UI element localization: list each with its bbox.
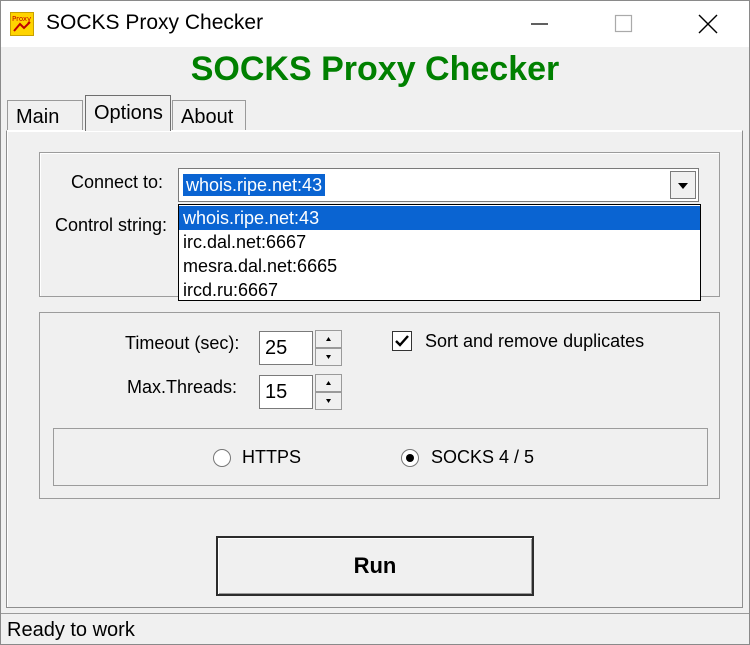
dropdown-option[interactable]: mesra.dal.net:6665 [179,254,700,278]
connect-to-value: whois.ripe.net:43 [183,174,326,196]
max-threads-up-button[interactable] [315,374,342,392]
run-button[interactable]: Run [216,536,534,596]
window-title: SOCKS Proxy Checker [46,11,264,34]
arrow-up-icon [326,337,331,341]
status-text: Ready to work [7,619,135,641]
connect-to-label: Connect to: [71,172,164,192]
connect-to-dropdown-list[interactable]: whois.ripe.net:43 irc.dal.net:6667 mesra… [178,204,701,301]
connect-to-combobox[interactable]: whois.ripe.net:43 [178,168,699,202]
dropdown-button[interactable] [670,171,696,199]
socks-radio-label[interactable]: SOCKS 4 / 5 [431,447,534,468]
maximize-icon [614,14,633,33]
max-threads-down-button[interactable] [315,392,342,410]
dropdown-option[interactable]: whois.ripe.net:43 [179,206,700,230]
arrow-up-icon [326,381,331,385]
app-window: Proxy SOCKS Proxy Checker SOCKS Proxy Ch… [0,0,750,645]
sort-duplicates-checkbox[interactable] [392,331,412,351]
app-icon: Proxy [10,12,34,36]
sort-duplicates-label[interactable]: Sort and remove duplicates [425,331,644,352]
maximize-button[interactable] [601,1,647,47]
dropdown-option[interactable]: irc.dal.net:6667 [179,230,700,254]
close-button[interactable] [685,1,731,47]
dropdown-option[interactable]: ircd.ru:6667 [179,278,700,302]
timeout-stepper[interactable] [315,330,342,366]
close-icon [698,14,718,34]
tab-options[interactable]: Options [85,95,171,131]
timeout-up-button[interactable] [315,330,342,348]
timeout-label: Timeout (sec): [125,333,240,353]
proxy-type-group [53,428,708,486]
minimize-button[interactable] [517,1,563,47]
socks-radio[interactable] [401,449,419,467]
svg-text:Proxy: Proxy [12,15,31,23]
minimize-icon [531,23,548,25]
title-bar[interactable]: Proxy SOCKS Proxy Checker [1,1,749,47]
tab-about[interactable]: About [172,100,246,130]
https-radio-label[interactable]: HTTPS [242,447,301,468]
max-threads-input[interactable]: 15 [259,375,313,409]
radio-selected-dot [406,454,414,462]
max-threads-label: Max.Threads: [127,377,238,397]
tab-main[interactable]: Main [7,100,83,130]
status-bar: Ready to work [1,613,749,644]
max-threads-stepper[interactable] [315,374,342,410]
timeout-down-button[interactable] [315,348,342,366]
arrow-down-icon [326,399,331,403]
arrow-down-icon [326,355,331,359]
app-heading: SOCKS Proxy Checker [190,50,560,88]
checkmark-icon [395,335,409,347]
chevron-down-icon [678,183,688,189]
https-radio[interactable] [213,449,231,467]
timeout-input[interactable]: 25 [259,331,313,365]
control-string-label: Control string: [55,215,168,235]
